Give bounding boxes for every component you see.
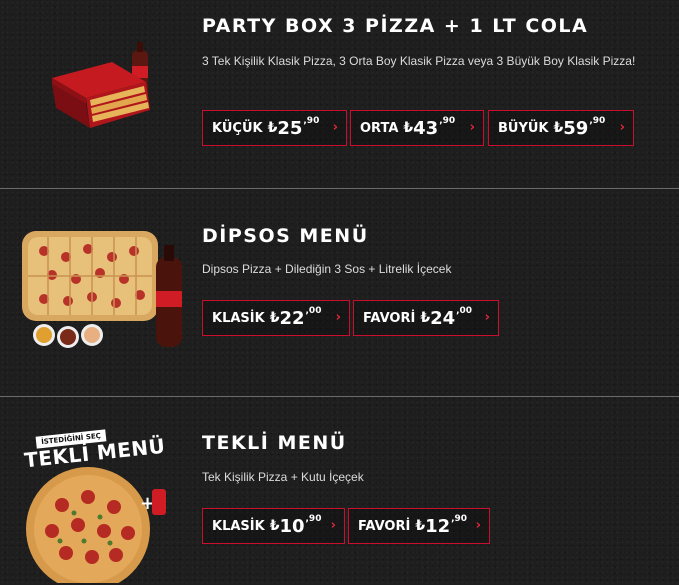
tekli-menu-image: + İSTEDİĞİNİ SEÇ TEKLİ MENÜ: [22, 429, 172, 583]
option-favori-button[interactable]: FAVORİ ₺ 24 ,00 ›: [353, 300, 499, 336]
lira-icon: ₺: [420, 310, 431, 326]
option-label: KLASİK: [212, 518, 265, 534]
chevron-right-icon: ›: [330, 518, 336, 533]
price-decimal: ,00: [456, 306, 473, 316]
price-decimal: ,90: [303, 116, 320, 126]
option-label: ORTA: [360, 120, 399, 136]
item-title: DİPSOS MENÜ: [202, 225, 369, 247]
option-klasik-button[interactable]: KLASİK ₺ 10 ,90 ›: [202, 508, 345, 544]
price-decimal: ,90: [305, 514, 322, 524]
option-label: FAVORİ: [358, 518, 411, 534]
chevron-right-icon: ›: [619, 120, 625, 135]
lira-icon: ₺: [269, 310, 280, 326]
item-description: 3 Tek Kişilik Klasik Pizza, 3 Orta Boy K…: [202, 54, 636, 68]
lira-icon: ₺: [267, 120, 278, 136]
chevron-right-icon: ›: [469, 120, 475, 135]
option-label: FAVORİ: [363, 310, 416, 326]
price-integer: 12: [425, 515, 451, 537]
item-description: Dipsos Pizza + Dilediğin 3 Sos + Litreli…: [202, 262, 452, 276]
price-integer: 43: [413, 117, 439, 139]
item-title: TEKLİ MENÜ: [202, 432, 347, 454]
option-favori-button[interactable]: FAVORİ ₺ 12 ,90 ›: [348, 508, 490, 544]
dipsos-pizza-image: [22, 231, 182, 348]
lira-icon: ₺: [269, 518, 280, 534]
price-integer: 59: [563, 117, 589, 139]
option-label: BÜYÜK: [498, 120, 549, 136]
size-option-kucuk-button[interactable]: KÜÇÜK ₺ 25 ,90 ›: [202, 110, 347, 146]
option-label: KÜÇÜK: [212, 120, 263, 136]
menu-item-party-box: PARTY BOX 3 PİZZA + 1 LT COLA 3 Tek Kişi…: [0, 0, 679, 188]
menu-item-dipsos: DİPSOS MENÜ Dipsos Pizza + Dilediğin 3 S…: [0, 189, 679, 396]
lira-icon: ₺: [403, 120, 414, 136]
price-decimal: ,00: [305, 306, 322, 316]
chevron-right-icon: ›: [484, 310, 490, 325]
party-box-image: [52, 42, 150, 128]
lira-icon: ₺: [553, 120, 564, 136]
item-title: PARTY BOX 3 PİZZA + 1 LT COLA: [202, 15, 589, 37]
price-decimal: ,90: [589, 116, 606, 126]
price-integer: 25: [277, 117, 303, 139]
price-decimal: ,90: [451, 514, 468, 524]
price-integer: 22: [279, 307, 305, 329]
menu-item-tekli: + İSTEDİĞİNİ SEÇ TEKLİ MENÜ TEKLİ MENÜ T…: [0, 397, 679, 585]
option-label: KLASİK: [212, 310, 265, 326]
size-option-orta-button[interactable]: ORTA ₺ 43 ,90 ›: [350, 110, 484, 146]
chevron-right-icon: ›: [335, 310, 341, 325]
lira-icon: ₺: [415, 518, 426, 534]
chevron-right-icon: ›: [332, 120, 338, 135]
chevron-right-icon: ›: [475, 518, 481, 533]
price-decimal: ,90: [439, 116, 456, 126]
price-integer: 10: [279, 515, 305, 537]
size-option-buyuk-button[interactable]: BÜYÜK ₺ 59 ,90 ›: [488, 110, 634, 146]
option-klasik-button[interactable]: KLASİK ₺ 22 ,00 ›: [202, 300, 350, 336]
item-description: Tek Kişilik Pizza + Kutu İçeçek: [202, 470, 364, 484]
price-integer: 24: [430, 307, 456, 329]
